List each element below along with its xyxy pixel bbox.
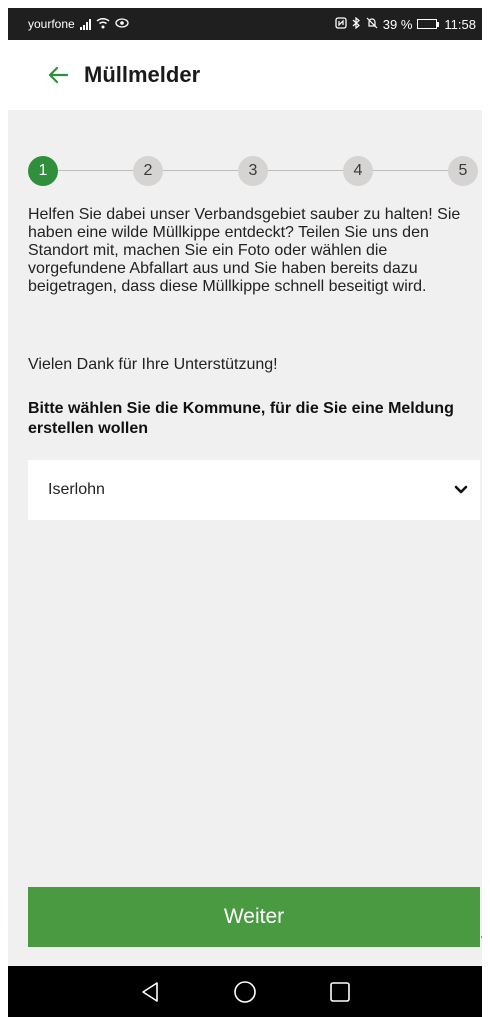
battery-percent: 39 % xyxy=(382,16,413,32)
scroll-indicator xyxy=(481,936,482,938)
wifi-icon xyxy=(96,17,110,31)
chevron-down-icon xyxy=(454,485,468,494)
clock: 11:58 xyxy=(444,16,476,32)
progress-stepper: 1 2 3 4 5 xyxy=(28,156,478,186)
eye-comfort-icon xyxy=(115,17,129,31)
back-button[interactable] xyxy=(38,55,78,95)
step-1: 1 xyxy=(28,156,58,186)
system-nav-bar xyxy=(8,966,482,1017)
carrier-name: yourfone xyxy=(28,17,75,31)
page-title: Müllmelder xyxy=(84,62,201,87)
step-connector xyxy=(268,170,343,171)
step-3: 3 xyxy=(238,156,268,186)
municipality-select[interactable]: Iserlohn xyxy=(28,460,480,520)
nav-recents-button[interactable] xyxy=(322,974,358,1010)
thanks-text: Vielen Dank für Ihre Unterstützung! xyxy=(28,356,278,373)
triangle-back-icon xyxy=(142,981,159,1002)
step-2: 2 xyxy=(133,156,163,186)
status-right: 39 % 11:58 xyxy=(335,17,476,32)
next-button[interactable]: Weiter xyxy=(28,887,480,947)
step-connector xyxy=(373,170,448,171)
arrow-left-icon xyxy=(48,66,69,84)
bluetooth-icon xyxy=(352,16,361,31)
municipality-selected-value: Iserlohn xyxy=(48,481,105,498)
step-4: 4 xyxy=(343,156,373,186)
status-left: yourfone xyxy=(28,17,129,31)
battery-icon xyxy=(417,19,440,29)
step-5: 5 xyxy=(448,156,478,186)
app-bar: Müllmelder xyxy=(8,40,482,110)
step-connector xyxy=(58,170,133,171)
circle-home-icon xyxy=(234,980,256,1003)
nav-back-button[interactable] xyxy=(132,974,168,1010)
intro-text: Helfen Sie dabei unser Verbandsgebiet sa… xyxy=(28,206,461,295)
step-connector xyxy=(163,170,238,171)
nav-home-button[interactable] xyxy=(227,974,263,1010)
municipality-question: Bitte wählen Sie die Kommune, für die Si… xyxy=(28,400,454,437)
signal-icon xyxy=(79,18,91,30)
phone-screen: yourfone 39 % 11:58 Müllmelder 1 2 3 4 5… xyxy=(8,8,482,1017)
status-bar: yourfone 39 % 11:58 xyxy=(8,8,482,40)
square-recents-icon xyxy=(329,981,350,1002)
alarm-off-icon xyxy=(366,17,378,31)
nfc-icon xyxy=(335,17,347,31)
